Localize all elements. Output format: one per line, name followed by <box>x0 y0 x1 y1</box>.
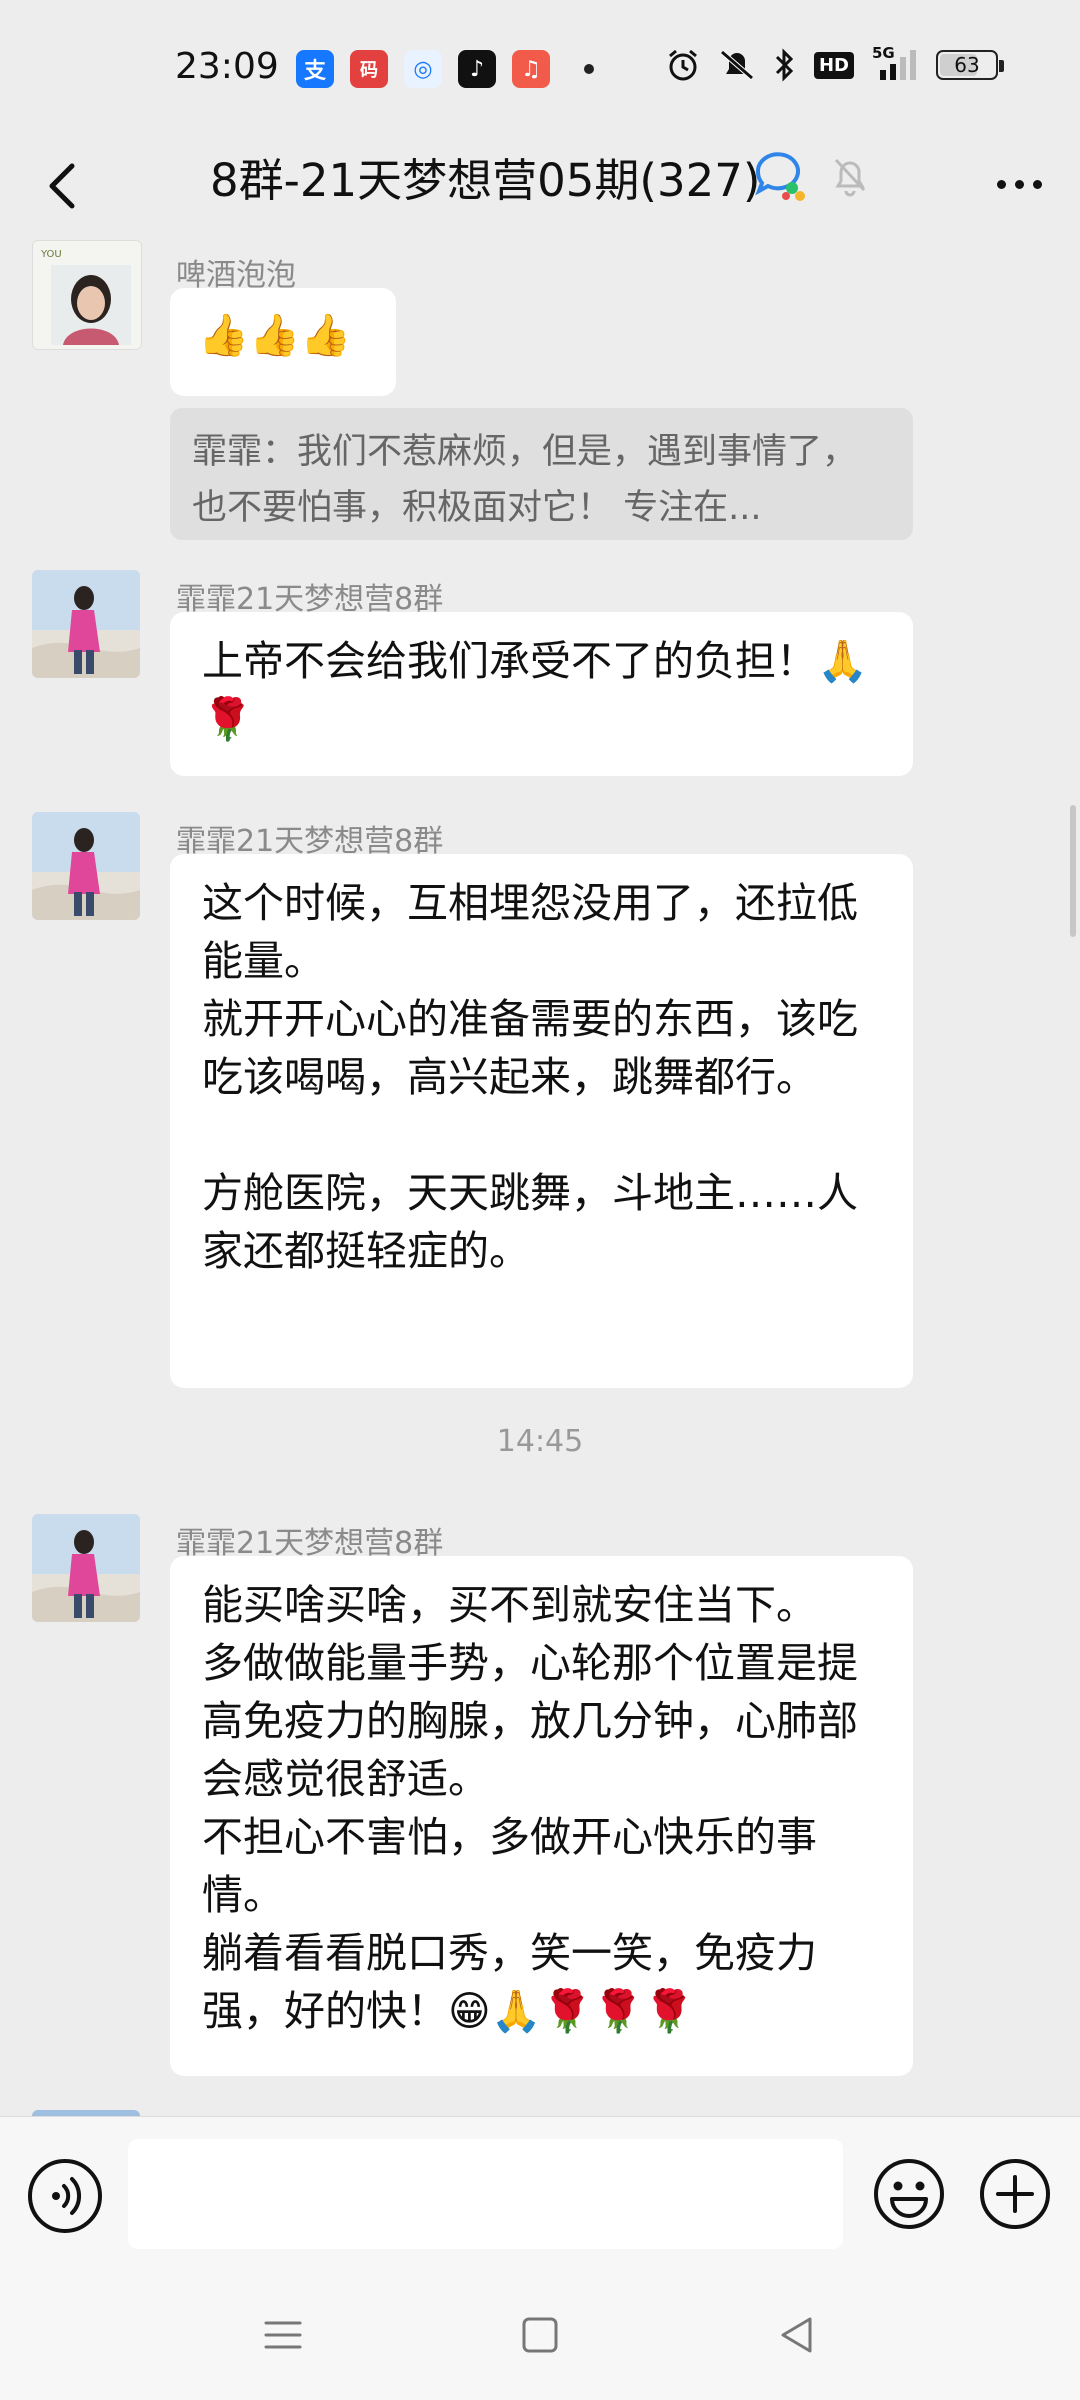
menu-nav-button[interactable] <box>258 2310 308 2360</box>
message-bubble[interactable]: 👍👍👍 <box>170 288 396 396</box>
message-bubble[interactable]: 上帝不会给我们承受不了的负担！🙏🌹 <box>170 612 913 776</box>
message-bubble[interactable]: 这个时候，互相埋怨没用了，还拉低能量。 就开开心心的准备需要的东西，该吃吃该喝喝… <box>170 854 913 1388</box>
message-text: 能买啥买啥，买不到就安住当下。 多做做能量手势，心轮那个位置是提高免疫力的胸腺，… <box>202 1581 858 2035</box>
message-bubble[interactable]: 能买啥买啥，买不到就安住当下。 多做做能量手势，心轮那个位置是提高免疫力的胸腺，… <box>170 1556 913 2076</box>
message-text: 这个时候，互相埋怨没用了，还拉低能量。 就开开心心的准备需要的东西，该吃吃该喝喝… <box>202 879 858 1275</box>
chat-message-list[interactable]: YOU 啤酒泡泡 👍👍👍 霏霏：我们不惹麻烦，但是，遇到事情了，也不要怕事，积极… <box>0 240 1080 2116</box>
back-nav-button[interactable] <box>772 2310 822 2360</box>
emoji-button[interactable] <box>872 2157 946 2231</box>
alipay-icon: 支 <box>296 50 334 88</box>
nucleic-code-icon: 码 <box>350 50 388 88</box>
notification-icons: 支 码 ◎ ♪ ♫ <box>296 50 594 88</box>
mute-notifications-icon <box>834 158 866 197</box>
alarm-icon <box>669 49 697 81</box>
message-input[interactable] <box>128 2139 843 2249</box>
battery-icon: 63 <box>936 50 1004 80</box>
home-nav-button[interactable] <box>515 2310 565 2360</box>
chat-title: 8群-21天梦想营05期(327) <box>210 154 761 207</box>
triangle-back-icon <box>781 2317 812 2353</box>
status-time: 23:09 <box>175 46 279 87</box>
more-actions-button[interactable] <box>978 2157 1052 2231</box>
message-text: 上帝不会给我们承受不了的负担！🙏🌹 <box>202 637 869 743</box>
more-notifications-dot <box>584 64 594 74</box>
voice-icon <box>52 2177 82 2215</box>
menu-icon <box>264 2321 302 2349</box>
title-badges <box>752 148 870 204</box>
square-home-icon <box>522 2317 558 2353</box>
more-dots-icon <box>996 179 1006 189</box>
tiktok-icon: ♪ <box>458 50 496 88</box>
system-navigation-bar <box>0 2272 1080 2400</box>
avatar[interactable] <box>32 812 140 920</box>
time-divider: 14:45 <box>496 1424 584 1459</box>
quoted-message[interactable]: 霏霏：我们不惹麻烦，但是，遇到事情了，也不要怕事，积极面对它！ 专注在... <box>170 408 913 540</box>
message-input-bar <box>0 2116 1080 2273</box>
music-app-icon: ♫ <box>512 50 550 88</box>
svg-text:YOU: YOU <box>40 249 62 260</box>
plus-icon <box>980 2159 1050 2229</box>
avatar[interactable] <box>32 570 140 678</box>
battery-level: 63 <box>954 53 980 77</box>
chevron-left-icon <box>49 163 75 209</box>
status-bar: 23:09 支 码 ◎ ♪ ♫ HD 5G 63 <box>0 0 1080 140</box>
system-icons: HD 5G 63 <box>666 44 1004 82</box>
smiley-icon <box>874 2159 944 2229</box>
browser-icon: ◎ <box>404 50 442 88</box>
message-text: 👍👍👍 <box>198 311 352 359</box>
avatar[interactable] <box>32 1514 140 1622</box>
chat-header: 8群-21天梦想营05期(327) <box>0 130 1080 240</box>
scrollbar[interactable] <box>1070 805 1076 937</box>
voice-input-button[interactable] <box>28 2159 102 2233</box>
mute-icon <box>720 50 754 80</box>
hd-badge: HD <box>813 51 854 79</box>
back-button[interactable] <box>30 150 100 220</box>
group-chat-icon <box>755 152 805 201</box>
more-options-button[interactable] <box>984 154 1054 214</box>
bluetooth-icon <box>775 48 794 82</box>
avatar[interactable]: YOU <box>32 240 142 350</box>
signal-icon: 5G <box>872 44 918 82</box>
